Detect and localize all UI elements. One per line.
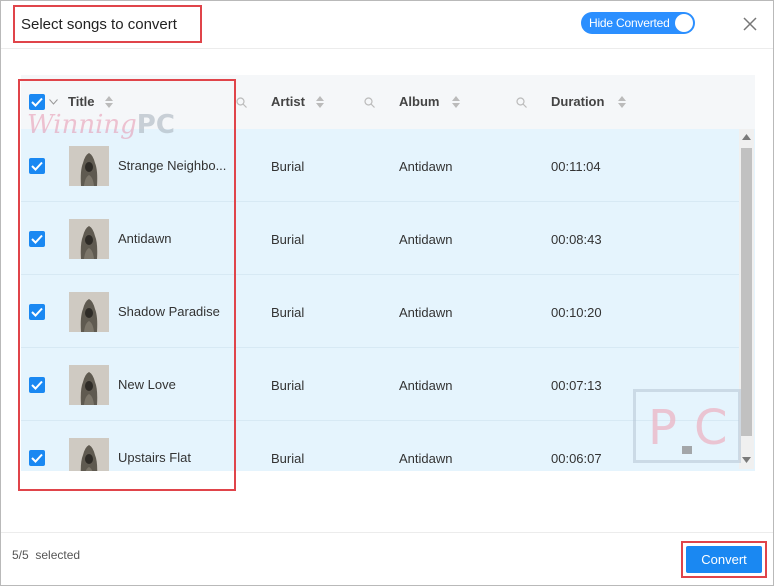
song-artist: Burial [271,159,305,174]
close-icon[interactable] [741,15,759,33]
table-row[interactable]: Upstairs Flat Burial Antidawn 00:06:07 [21,421,739,471]
song-title: New Love [118,377,176,392]
album-art-icon [69,438,109,471]
song-album: Antidawn [399,378,453,393]
sort-icon[interactable] [452,96,460,108]
song-album: Antidawn [399,159,453,174]
convert-dialog: Select songs to convert Hide Converted T… [0,0,774,586]
song-duration: 00:07:13 [551,378,602,393]
song-album: Antidawn [399,451,453,466]
song-duration: 00:10:20 [551,305,602,320]
column-artist[interactable]: Artist [271,94,305,109]
selected-label: selected [35,548,81,562]
column-duration[interactable]: Duration [551,94,604,109]
hide-converted-toggle[interactable]: Hide Converted [581,12,695,34]
song-album: Antidawn [399,305,453,320]
dialog-footer: 5/5 selected Convert [1,532,773,585]
song-artist: Burial [271,232,305,247]
song-title: Shadow Paradise [118,304,220,319]
search-icon[interactable] [364,97,375,108]
album-art-icon [69,146,109,186]
dialog-header: Select songs to convert Hide Converted [1,1,773,49]
chevron-down-icon[interactable] [49,99,58,105]
song-artist: Burial [271,305,305,320]
song-artist: Burial [271,451,305,466]
row-checkbox[interactable] [29,231,45,247]
sort-icon[interactable] [105,96,113,108]
song-table: Title Artist Album Duration Strange Neig… [21,75,755,471]
select-all-checkbox[interactable] [29,94,45,110]
row-checkbox[interactable] [29,450,45,466]
column-album[interactable]: Album [399,94,439,109]
sort-icon[interactable] [618,96,626,108]
row-checkbox[interactable] [29,377,45,393]
column-title[interactable]: Title [68,94,95,109]
search-icon[interactable] [236,97,247,108]
row-checkbox[interactable] [29,304,45,320]
table-scrollbar[interactable] [739,129,754,469]
table-row[interactable]: Antidawn Burial Antidawn 00:08:43 [21,202,739,275]
table-header: Title Artist Album Duration [21,75,755,129]
scroll-up-icon[interactable] [742,134,751,140]
scroll-thumb[interactable] [741,148,752,436]
title-highlight: Select songs to convert [13,5,202,43]
song-duration: 00:06:07 [551,451,602,466]
table-row[interactable]: New Love Burial Antidawn 00:07:13 [21,348,739,421]
toggle-knob [675,14,693,32]
selected-count: 5/5 [12,548,29,562]
song-album: Antidawn [399,232,453,247]
album-art-icon [69,219,109,259]
sort-icon[interactable] [316,96,324,108]
song-title: Strange Neighbo... [118,158,227,173]
convert-highlight: Convert [681,541,767,578]
search-icon[interactable] [516,97,527,108]
selection-count: 5/5 selected [12,548,80,562]
album-art-icon [69,365,109,405]
table-row[interactable]: Shadow Paradise Burial Antidawn 00:10:20 [21,275,739,348]
convert-button[interactable]: Convert [686,546,762,573]
scroll-down-icon[interactable] [742,457,751,463]
song-artist: Burial [271,378,305,393]
song-duration: 00:08:43 [551,232,602,247]
dialog-title: Select songs to convert [21,16,177,33]
song-duration: 00:11:04 [551,159,601,174]
table-row[interactable]: Strange Neighbo... Burial Antidawn 00:11… [21,129,739,202]
album-art-icon [69,292,109,332]
hide-converted-label: Hide Converted [589,16,670,30]
song-title: Antidawn [118,231,172,246]
row-checkbox[interactable] [29,158,45,174]
song-title: Upstairs Flat [118,450,191,465]
